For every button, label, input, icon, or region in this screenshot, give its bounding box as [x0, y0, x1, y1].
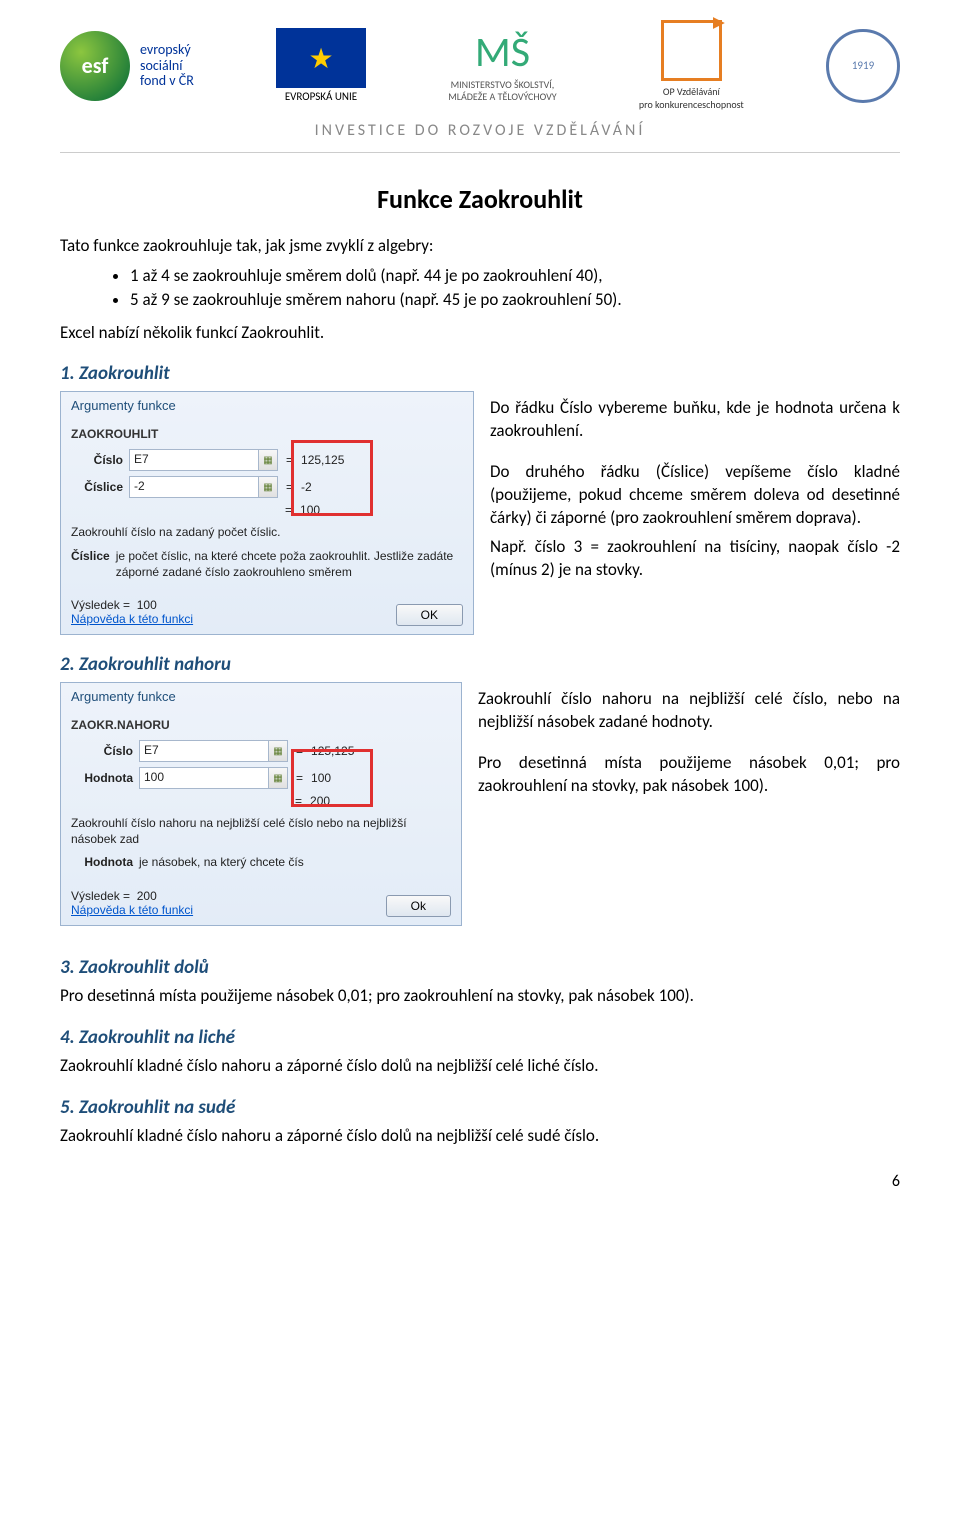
- field-input-cislo[interactable]: E7: [139, 740, 269, 762]
- msmt-line: MLÁDEŽE A TĚLOVÝCHOVY: [448, 91, 556, 103]
- eu-logo: ★ EVROPSKÁ UNIE: [276, 28, 366, 103]
- range-picker-icon[interactable]: ▦: [268, 740, 288, 762]
- section-1-heading: 1. Zaokrouhlit: [60, 362, 900, 385]
- field-input-cislo[interactable]: E7: [129, 449, 259, 471]
- dialog-zaokrouhlit: Argumenty funkce ZAOKROUHLIT Číslo E7 ▦ …: [60, 391, 474, 635]
- equals-icon: =: [296, 744, 303, 758]
- msmt-logo: MŠ MINISTERSTVO ŠKOLSTVÍ, MLÁDEŽE A TĚLO…: [448, 28, 556, 102]
- help-link[interactable]: Nápověda k této funkci: [71, 612, 193, 626]
- section-5-heading: 5. Zaokrouhlit na sudé: [60, 1096, 900, 1119]
- section-4-heading: 4. Zaokrouhlit na liché: [60, 1026, 900, 1049]
- arg-desc: je násobek, na který chcete čís: [139, 855, 304, 871]
- sec2-p1: Zaokrouhlí číslo nahoru na nejbližší cel…: [478, 688, 900, 734]
- eu-flag-icon: ★: [276, 28, 366, 88]
- msmt-icon: MŠ: [475, 28, 530, 78]
- page-number: 6: [60, 1172, 900, 1191]
- dialog-title: Argumenty funkce: [61, 683, 461, 710]
- dialog-description: Zaokrouhlí číslo nahoru na nejbližší cel…: [71, 816, 451, 847]
- field-result: 125,125: [311, 744, 354, 758]
- equals-icon: =: [286, 480, 293, 494]
- calc-result: 200: [310, 794, 330, 808]
- function-name: ZAOKR.NAHORU: [71, 718, 451, 732]
- section-2-heading: 2. Zaokrouhlit nahoru: [60, 653, 900, 676]
- opvk-icon: [661, 20, 722, 81]
- esf-line: fond v ČR: [140, 73, 194, 88]
- equals-icon: =: [296, 771, 303, 785]
- field-result: 125,125: [301, 453, 344, 467]
- result-label: Výsledek =: [71, 598, 130, 612]
- opvk-line: OP Vzdělávání: [663, 85, 720, 98]
- field-label-cislo: Číslo: [71, 744, 139, 758]
- arg-name: Hodnota: [71, 855, 139, 871]
- sec5-text: Zaokrouhlí kladné číslo nahoru a záporné…: [60, 1125, 900, 1148]
- arg-desc: je počet číslic, na které chcete poža za…: [116, 549, 463, 580]
- esf-line: sociální: [140, 58, 194, 73]
- calc-result: 100: [300, 503, 320, 517]
- ok-button[interactable]: OK: [396, 604, 463, 626]
- field-input-cislice[interactable]: -2: [129, 476, 259, 498]
- esf-logo: esf evropský sociální fond v ČR: [60, 31, 194, 101]
- dialog-title: Argumenty funkce: [61, 392, 473, 419]
- sec1-p3: Např. číslo 3 = zaokrouhlení na tisíciny…: [490, 536, 900, 582]
- field-label-cislice: Číslice: [71, 480, 129, 494]
- dialog-description: Zaokrouhlí číslo na zadaný počet číslic.: [71, 525, 463, 541]
- list-item: 1 až 4 se zaokrouhluje směrem dolů (např…: [130, 264, 900, 288]
- investice-tagline: INVESTICE DO ROZVOJE VZDĚLÁVÁNÍ: [60, 121, 900, 153]
- intro-text: Tato funkce zaokrouhluje tak, jak jsme z…: [60, 235, 900, 258]
- esf-icon: esf: [60, 31, 130, 101]
- dialog-zaokr-nahoru: Argumenty funkce ZAOKR.NAHORU Číslo E7 ▦…: [60, 682, 462, 926]
- help-link[interactable]: Nápověda k této funkci: [71, 903, 193, 917]
- equals-icon: =: [285, 503, 292, 517]
- eu-label: EVROPSKÁ UNIE: [285, 90, 357, 103]
- result-value: 200: [137, 889, 157, 903]
- excel-intro: Excel nabízí několik funkcí Zaokrouhlit.: [60, 322, 900, 345]
- ok-button[interactable]: Ok: [386, 895, 451, 917]
- opvk-logo: OP Vzdělávání pro konkurenceschopnost: [639, 20, 744, 111]
- intro-bullets: 1 až 4 se zaokrouhluje směrem dolů (např…: [90, 264, 900, 312]
- header-logos: esf evropský sociální fond v ČR ★ EVROPS…: [60, 20, 900, 111]
- range-picker-icon[interactable]: ▦: [268, 767, 288, 789]
- sec4-text: Zaokrouhlí kladné číslo nahoru a záporné…: [60, 1055, 900, 1078]
- result-value: 100: [137, 598, 157, 612]
- field-label-cislo: Číslo: [71, 453, 129, 467]
- page-title: Funkce Zaokrouhlit: [60, 183, 900, 215]
- msmt-line: MINISTERSTVO ŠKOLSTVÍ,: [451, 79, 555, 91]
- esf-line: evropský: [140, 42, 194, 57]
- sec1-p2: Do druhého řádku (Číslice) vepíšeme čísl…: [490, 461, 900, 530]
- school-seal-icon: 1919: [826, 29, 900, 103]
- equals-icon: =: [286, 453, 293, 467]
- result-label: Výsledek =: [71, 889, 130, 903]
- function-name: ZAOKROUHLIT: [71, 427, 463, 441]
- field-input-hodnota[interactable]: 100: [139, 767, 269, 789]
- list-item: 5 až 9 se zaokrouhluje směrem nahoru (na…: [130, 288, 900, 312]
- equals-icon: =: [295, 794, 302, 808]
- range-picker-icon[interactable]: ▦: [258, 476, 278, 498]
- field-result: -2: [301, 480, 312, 494]
- section-3-heading: 3. Zaokrouhlit dolů: [60, 956, 900, 979]
- esf-text: evropský sociální fond v ČR: [140, 42, 194, 88]
- sec1-p1: Do řádku Číslo vybereme buňku, kde je ho…: [490, 397, 900, 443]
- field-result: 100: [311, 771, 331, 785]
- arg-name: Číslice: [71, 549, 116, 580]
- sec2-p2: Pro desetinná místa použijeme násobek 0,…: [478, 752, 900, 798]
- field-label-hodnota: Hodnota: [71, 771, 139, 785]
- range-picker-icon[interactable]: ▦: [258, 449, 278, 471]
- opvk-line: pro konkurenceschopnost: [639, 98, 744, 111]
- sec3-text: Pro desetinná místa použijeme násobek 0,…: [60, 985, 900, 1008]
